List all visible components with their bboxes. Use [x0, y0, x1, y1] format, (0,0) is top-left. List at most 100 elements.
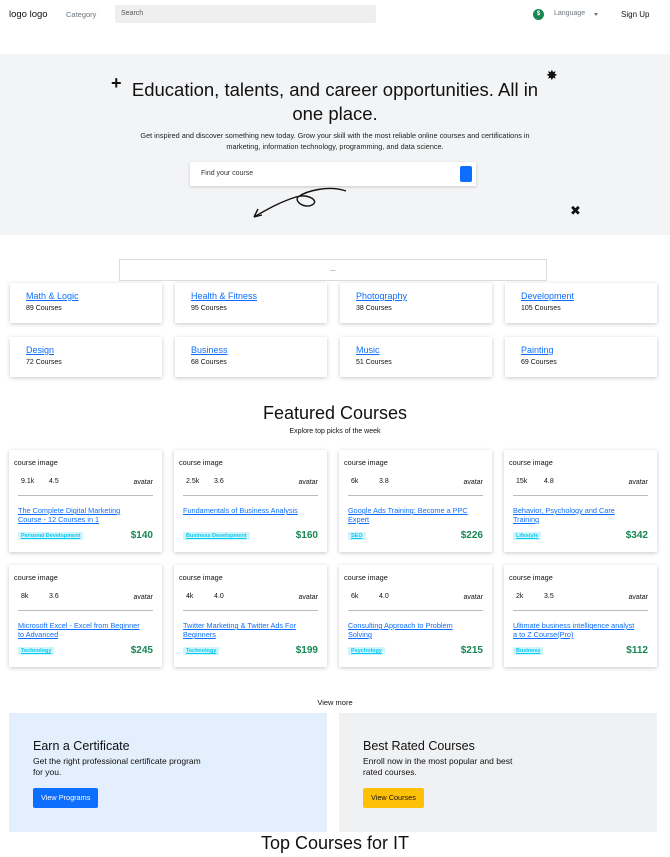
category-count: 68 Courses — [191, 359, 227, 366]
course-title-link[interactable]: Fundamentals of Business Analysis — [183, 506, 305, 515]
x-decoration-icon: ✖ — [570, 203, 581, 218]
course-tag[interactable]: Personal Development — [18, 532, 84, 540]
avatar: avatar — [463, 594, 483, 601]
course-image: course image — [509, 573, 553, 582]
category-card[interactable]: Health & Fitness 95 Courses — [175, 283, 327, 323]
avatar: avatar — [298, 479, 318, 486]
category-overflow-button[interactable]: ... — [119, 259, 547, 281]
course-card[interactable]: course image 6k 4.0 avatar Consulting Ap… — [339, 565, 492, 667]
category-link[interactable]: Business — [191, 345, 228, 355]
course-title-link[interactable]: Ultimate business intelligence analyst a… — [513, 621, 635, 639]
category-card[interactable]: Business 68 Courses — [175, 337, 327, 377]
view-more-link[interactable]: View more — [0, 698, 670, 707]
student-count: 9.1k — [21, 478, 35, 485]
hero-subtitle: Get inspired and discover something new … — [140, 131, 530, 151]
course-card[interactable]: course image 2.5k 3.6 avatar Fundamental… — [174, 450, 327, 552]
navbar: logo logo Category Search $ Language Sig… — [0, 0, 670, 30]
course-price: $215 — [460, 645, 483, 656]
best-rated-text: Enroll now in the most popular and best … — [363, 756, 513, 777]
category-menu[interactable]: Category — [66, 10, 96, 19]
course-image: course image — [179, 573, 223, 582]
divider — [348, 610, 483, 611]
course-price: $342 — [625, 530, 648, 541]
course-card[interactable]: course image 4k 4.0 avatar Twitter Marke… — [174, 565, 327, 667]
course-search-box: Find your course — [190, 162, 476, 186]
course-rating: 4.8 — [544, 478, 554, 485]
category-card[interactable]: Development 105 Courses — [505, 283, 657, 323]
avatar: avatar — [463, 479, 483, 486]
category-card[interactable]: Painting 69 Courses — [505, 337, 657, 377]
logo[interactable]: logo logo — [9, 9, 48, 20]
view-courses-button[interactable]: View Courses — [363, 788, 424, 808]
category-link[interactable]: Health & Fitness — [191, 291, 257, 301]
course-rating: 4.0 — [379, 593, 389, 600]
divider — [183, 495, 318, 496]
category-link[interactable]: Music — [356, 345, 380, 355]
course-tag[interactable]: Business — [513, 647, 544, 655]
course-tag[interactable]: Psychology — [348, 647, 385, 655]
course-title-link[interactable]: The Complete Digital Marketing Course - … — [18, 506, 140, 524]
signup-link[interactable]: Sign Up — [621, 10, 649, 19]
category-count: 95 Courses — [191, 305, 227, 312]
category-link[interactable]: Math & Logic — [26, 291, 79, 301]
course-image: course image — [509, 458, 553, 467]
course-title-link[interactable]: Microsoft Excel - Excel from Beginner to… — [18, 621, 140, 639]
divider — [513, 495, 648, 496]
category-card[interactable]: Math & Logic 89 Courses — [10, 283, 162, 323]
course-price: $245 — [130, 645, 153, 656]
category-link[interactable]: Painting — [521, 345, 554, 355]
view-programs-button[interactable]: View Programs — [33, 788, 99, 808]
divider — [513, 610, 648, 611]
best-rated-panel: Best Rated Courses Enroll now in the mos… — [339, 713, 657, 832]
divider — [18, 495, 153, 496]
chevron-down-icon — [594, 13, 598, 16]
course-image: course image — [14, 458, 58, 467]
course-tag[interactable]: Technology — [183, 647, 220, 655]
course-search-input[interactable]: Find your course — [201, 170, 253, 177]
course-card[interactable]: course image 2k 3.5 avatar Ultimate busi… — [504, 565, 657, 667]
course-title-link[interactable]: Consulting Approach to Problem Solving — [348, 621, 470, 639]
category-card[interactable]: Design 72 Courses — [10, 337, 162, 377]
divider — [348, 495, 483, 496]
search-input[interactable]: Search — [115, 5, 376, 23]
course-tag[interactable]: Technology — [18, 647, 55, 655]
course-price: $199 — [295, 645, 318, 656]
course-tag[interactable]: SEO — [348, 532, 366, 540]
language-dropdown[interactable]: Language — [554, 10, 585, 17]
category-link[interactable]: Development — [521, 291, 574, 301]
course-price: $140 — [130, 530, 153, 541]
student-count: 8k — [21, 593, 29, 600]
course-rating: 3.8 — [379, 478, 389, 485]
hero-section: + ✸ Education, talents, and career oppor… — [0, 54, 670, 235]
avatar: avatar — [628, 479, 648, 486]
certificate-title: Earn a Certificate — [33, 739, 130, 753]
course-title-link[interactable]: Behavior, Psychology and Care Training — [513, 506, 635, 524]
category-count: 72 Courses — [26, 359, 62, 366]
course-card[interactable]: course image 8k 3.6 avatar Microsoft Exc… — [9, 565, 162, 667]
course-title-link[interactable]: Twitter Marketing & Twitter Ads For Begi… — [183, 621, 305, 639]
course-tag[interactable]: Business Development — [183, 532, 250, 540]
avatar: avatar — [298, 594, 318, 601]
course-rating: 4.0 — [214, 593, 224, 600]
category-count: 105 Courses — [521, 305, 561, 312]
course-card[interactable]: course image 15k 4.8 avatar Behavior, Ps… — [504, 450, 657, 552]
search-button[interactable] — [460, 166, 472, 182]
course-title-link[interactable]: Google Ads Training: Become a PPC Expert — [348, 506, 470, 524]
course-image: course image — [344, 573, 388, 582]
course-card[interactable]: course image 6k 3.8 avatar Google Ads Tr… — [339, 450, 492, 552]
category-link[interactable]: Design — [26, 345, 54, 355]
course-price: $160 — [295, 530, 318, 541]
course-tag[interactable]: Lifestyle — [513, 532, 542, 540]
category-card[interactable]: Music 51 Courses — [340, 337, 492, 377]
category-card[interactable]: Photography 38 Courses — [340, 283, 492, 323]
course-card[interactable]: course image 9.1k 4.5 avatar The Complet… — [9, 450, 162, 552]
course-image: course image — [14, 573, 58, 582]
category-link[interactable]: Photography — [356, 291, 407, 301]
best-rated-title: Best Rated Courses — [363, 739, 475, 753]
course-rating: 3.6 — [49, 593, 59, 600]
arrow-decoration-icon — [253, 187, 347, 218]
category-count: 51 Courses — [356, 359, 392, 366]
currency-icon[interactable]: $ — [533, 9, 544, 20]
certificate-panel: Earn a Certificate Get the right profess… — [9, 713, 327, 832]
student-count: 2k — [516, 593, 524, 600]
